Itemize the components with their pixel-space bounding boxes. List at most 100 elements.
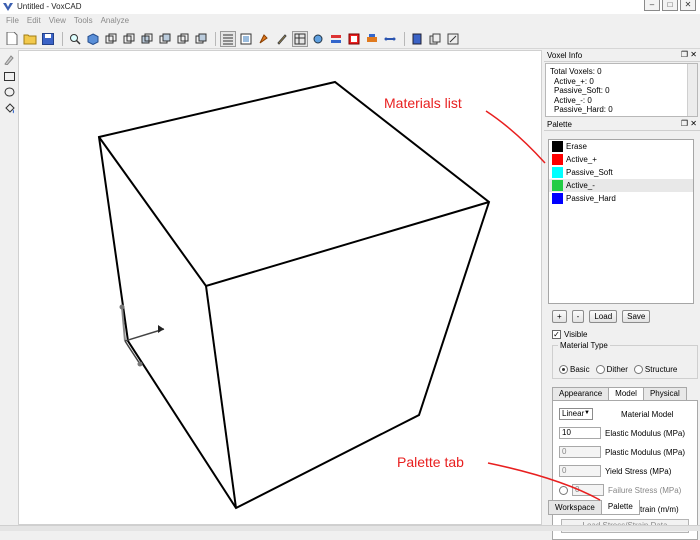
- title-bar: Untitled - VoxCAD – □ ✕: [0, 0, 700, 14]
- material-tabs: Appearance Model Physical: [552, 387, 687, 401]
- status-bar: [0, 525, 700, 531]
- visible-label: Visible: [564, 330, 588, 339]
- wire-cube-icon[interactable]: [121, 31, 137, 47]
- grid-view-icon[interactable]: [292, 30, 308, 47]
- workspace-cube-edges: [97, 80, 491, 510]
- menu-analyze[interactable]: Analyze: [97, 14, 133, 29]
- book-view-icon[interactable]: [409, 31, 425, 47]
- layer-view-icon[interactable]: [346, 31, 362, 47]
- tab-model[interactable]: Model: [608, 387, 644, 401]
- paint-bucket-icon[interactable]: [2, 101, 16, 115]
- rotate-view-icon[interactable]: [310, 31, 326, 47]
- radio-basic[interactable]: Basic: [559, 365, 590, 375]
- wire-cube-icon[interactable]: [193, 31, 209, 47]
- minimize-button[interactable]: –: [644, 0, 660, 11]
- failure-stress-radio[interactable]: [559, 485, 568, 495]
- save-palette-button[interactable]: Save: [622, 310, 651, 323]
- stack-view-icon[interactable]: [328, 31, 344, 47]
- color-swatch: [552, 193, 563, 204]
- failure-stress-label: Failure Stress (MPa): [608, 485, 682, 495]
- list-item[interactable]: Active_+: [549, 153, 693, 166]
- yield-stress-field[interactable]: 0: [559, 465, 601, 477]
- visible-checkbox[interactable]: ✓: [552, 330, 561, 339]
- maximize-button[interactable]: □: [662, 0, 678, 11]
- cube-view-icon[interactable]: [85, 31, 101, 47]
- remove-material-button[interactable]: -: [571, 310, 585, 323]
- voxel-info-panel: Total Voxels: 0 Active_+: 0 Passive_Soft…: [545, 63, 698, 117]
- voxel-info-title: Voxel Info: [547, 51, 583, 60]
- material-model-label: Material Model: [621, 409, 674, 419]
- axis-gizmo: [119, 304, 165, 367]
- list-item[interactable]: Erase: [549, 140, 693, 153]
- close-button[interactable]: ✕: [680, 0, 696, 11]
- slice-view-icon[interactable]: [364, 31, 380, 47]
- main-toolbar: [0, 29, 700, 49]
- zoom-icon[interactable]: [67, 31, 83, 47]
- color-swatch: [552, 167, 563, 178]
- materials-list[interactable]: Erase Active_+ Passive_Soft Active_- Pas…: [548, 139, 694, 304]
- failure-stress-row: 0 Failure Stress (MPa): [559, 484, 681, 496]
- copy-view-icon[interactable]: [427, 31, 443, 47]
- yield-stress-row: 0 Yield Stress (MPa): [559, 465, 671, 477]
- open-folder-icon[interactable]: [22, 31, 38, 47]
- tab-palette[interactable]: Palette: [600, 500, 640, 515]
- dock-bottom-tabs: Workspace Palette: [548, 500, 640, 515]
- link-view-icon[interactable]: [382, 31, 398, 47]
- menu-edit[interactable]: Edit: [23, 14, 45, 29]
- menu-file[interactable]: File: [2, 14, 23, 29]
- section-view-icon[interactable]: [238, 31, 254, 47]
- material-model-select[interactable]: Linear: [559, 408, 593, 420]
- material-model-row: Linear Material Model: [559, 408, 673, 420]
- failure-stress-field[interactable]: 0: [572, 484, 604, 496]
- wire-cube-icon[interactable]: [157, 31, 173, 47]
- menu-tools[interactable]: Tools: [70, 14, 97, 29]
- menu-bar: File Edit View Tools Analyze: [0, 14, 700, 29]
- elastic-modulus-row: 10 Elastic Modulus (MPa): [559, 427, 685, 439]
- paint-icon[interactable]: [256, 31, 272, 47]
- material-buttons: + - Load Save: [552, 310, 651, 323]
- dock-float-close-icon[interactable]: ❐ ✕: [681, 119, 697, 128]
- tab-workspace[interactable]: Workspace: [548, 500, 602, 515]
- pencil-icon[interactable]: [2, 53, 16, 67]
- elastic-modulus-field[interactable]: 10: [559, 427, 601, 439]
- radio-structure[interactable]: Structure: [633, 365, 677, 375]
- palette-tab-annotation: Palette tab: [397, 454, 464, 470]
- tab-physical[interactable]: Physical: [642, 387, 687, 400]
- wire-cube-icon[interactable]: [139, 31, 155, 47]
- plastic-modulus-row: 0 Plastic Modulus (MPa): [559, 446, 685, 458]
- ellipse-tool-icon[interactable]: [2, 85, 16, 99]
- voxel-info-line: Passive_Hard: 0: [554, 105, 613, 114]
- load-palette-button[interactable]: Load: [589, 310, 618, 323]
- toolbar-separator: [62, 31, 63, 46]
- save-icon[interactable]: [40, 31, 56, 47]
- voxel-info-line: Total Voxels: 0: [550, 67, 602, 76]
- wire-cube-icon[interactable]: [175, 31, 191, 47]
- window-title: Untitled - VoxCAD: [17, 2, 82, 11]
- pencil-icon[interactable]: [274, 31, 290, 47]
- list-view-icon[interactable]: [220, 30, 236, 47]
- menu-view[interactable]: View: [45, 14, 70, 29]
- rectangle-tool-icon[interactable]: [2, 69, 16, 83]
- materials-list-annotation: Materials list: [384, 95, 462, 111]
- add-material-button[interactable]: +: [552, 310, 567, 323]
- radio-dither[interactable]: Dither: [595, 365, 628, 375]
- voxel-info-line: Active_-: 0: [554, 95, 592, 105]
- voxel-info-scrollbar[interactable]: [687, 64, 697, 116]
- wire-cube-icon[interactable]: [103, 31, 119, 47]
- material-type-group: Material Type Basic Dither Structure: [552, 341, 698, 379]
- color-swatch: [552, 141, 563, 152]
- list-item[interactable]: Passive_Soft: [549, 166, 693, 179]
- export-view-icon[interactable]: [445, 31, 461, 47]
- list-item[interactable]: Active_-: [549, 179, 693, 192]
- right-dock: Voxel Info ❐ ✕ Total Voxels: 0 Active_+:…: [544, 49, 700, 540]
- tab-appearance[interactable]: Appearance: [552, 387, 610, 400]
- voxel-info-titlebar: Voxel Info ❐ ✕: [544, 49, 700, 62]
- voxel-info-line: Active_+: 0: [554, 76, 594, 86]
- list-item[interactable]: Passive_Hard: [549, 192, 693, 205]
- new-file-icon[interactable]: [4, 31, 20, 47]
- material-type-label: Material Type: [558, 341, 610, 350]
- toolbar-separator: [215, 31, 216, 46]
- plastic-modulus-field[interactable]: 0: [559, 446, 601, 458]
- visible-checkbox-row[interactable]: ✓ Visible: [552, 330, 587, 339]
- dock-float-close-icon[interactable]: ❐ ✕: [681, 50, 697, 59]
